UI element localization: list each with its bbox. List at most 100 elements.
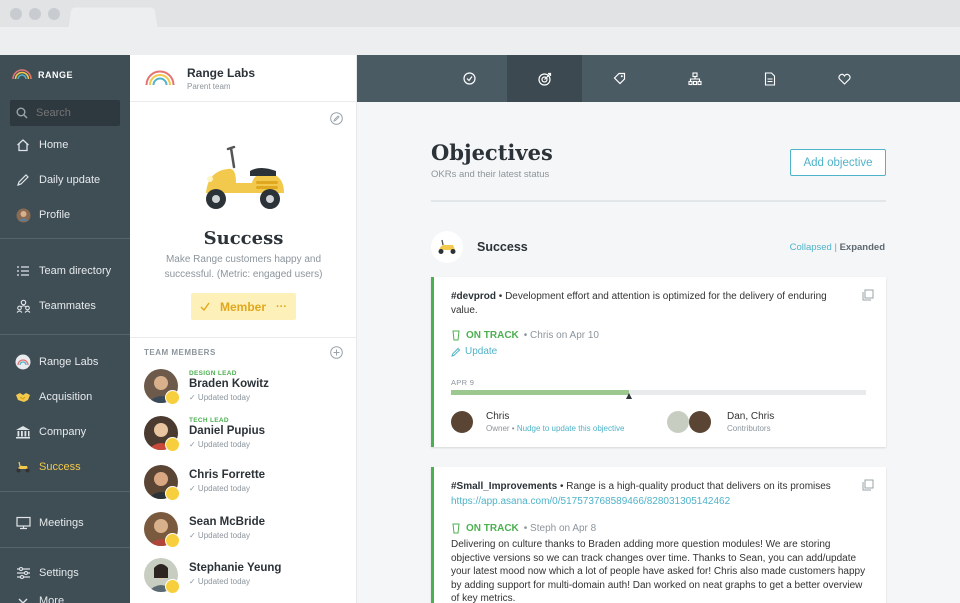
- owner-info: Chris Owner • Nudge to update this objec…: [486, 411, 624, 433]
- tab-org-chart[interactable]: [657, 55, 732, 102]
- sidebar-item-meetings[interactable]: Meetings: [0, 507, 130, 539]
- objective-text: #devprod • Development effort and attent…: [451, 290, 851, 317]
- parent-team-label: Parent team: [187, 81, 231, 91]
- objective-card[interactable]: #devprod • Development effort and attent…: [431, 277, 886, 447]
- member-updated: ✓ Updated today: [189, 393, 250, 402]
- owner-role: Owner: [486, 424, 510, 433]
- team-members-label: TEAM MEMBERS: [144, 348, 216, 357]
- objective-tag[interactable]: #Small_Improvements: [451, 481, 557, 492]
- team-panel: Range Labs Parent team Success Make Rang…: [130, 55, 357, 603]
- brand-name: RANGE: [38, 69, 74, 80]
- sidebar-item-more[interactable]: More: [0, 585, 130, 603]
- flag-icon: [452, 330, 460, 341]
- search-input[interactable]: [36, 107, 116, 119]
- asana-link[interactable]: https://app.asana.com/0/517573768589466/…: [451, 496, 730, 507]
- member-role: DESIGN LEAD: [189, 370, 237, 377]
- sidebar-item-label: Home: [39, 139, 69, 151]
- rainbow-icon: [15, 354, 31, 370]
- window-minimize-dot[interactable]: [29, 8, 41, 20]
- team-member[interactable]: DESIGN LEAD Braden Kowitz ✓ Updated toda…: [144, 369, 344, 409]
- objective-description: • Development effort and attention is op…: [451, 291, 827, 316]
- sidebar-item-label: Company: [39, 426, 87, 438]
- app-window: RANGE Home Daily update Profile Team dir…: [0, 0, 960, 603]
- team-member[interactable]: TECH LEAD Daniel Pupius ✓ Updated today: [144, 416, 344, 456]
- sidebar-divider: [0, 238, 130, 239]
- member-button-label: Member: [219, 299, 266, 314]
- sidebar-item-label: More: [39, 595, 65, 603]
- collapsed-link[interactable]: Collapsed: [790, 242, 832, 253]
- member-role: TECH LEAD: [189, 417, 229, 424]
- add-member-icon[interactable]: [330, 346, 343, 364]
- check-circle-icon: [463, 72, 476, 85]
- owner-separator: •: [509, 424, 517, 433]
- contributors-info: Dan, Chris Contributors: [727, 411, 774, 433]
- brand[interactable]: RANGE: [12, 69, 73, 80]
- mood-emoji-icon: [165, 486, 180, 501]
- pencil-icon: [15, 172, 31, 188]
- objective-tag[interactable]: #devprod: [451, 291, 496, 302]
- tab-favorites[interactable]: [807, 55, 882, 102]
- sidebar-item-range-labs[interactable]: Range Labs: [0, 346, 130, 378]
- update-link[interactable]: Update: [451, 346, 497, 357]
- sidebar-item-daily-update[interactable]: Daily update: [0, 164, 130, 196]
- contributors-names: Dan, Chris: [727, 411, 775, 422]
- home-icon: [15, 137, 31, 153]
- objective-description: • Range is a high-quality product that d…: [557, 481, 831, 492]
- member-name: Sean McBride: [189, 516, 266, 528]
- list-icon: [15, 263, 31, 279]
- sidebar-item-teammates[interactable]: Teammates: [0, 290, 130, 322]
- sidebar-item-label: Settings: [39, 567, 79, 579]
- team-member[interactable]: Chris Forrette ✓ Updated today: [144, 465, 344, 505]
- window-maximize-dot[interactable]: [48, 8, 60, 20]
- team-member[interactable]: Sean McBride ✓ Updated today: [144, 512, 344, 552]
- page-subtitle: OKRs and their latest status: [431, 169, 550, 180]
- sidebar-item-profile[interactable]: Profile: [0, 199, 130, 231]
- objective-text: #Small_Improvements • Range is a high-qu…: [451, 480, 871, 494]
- team-member[interactable]: Stephanie Yeung ✓ Updated today: [144, 558, 344, 598]
- sidebar-item-label: Meetings: [39, 517, 84, 529]
- tab-tags[interactable]: [582, 55, 657, 102]
- chevron-down-icon: [15, 593, 31, 603]
- copy-icon[interactable]: [862, 288, 874, 306]
- org-chart-icon: [687, 71, 702, 85]
- parent-team-header[interactable]: Range Labs Parent team: [130, 55, 357, 102]
- sidebar-item-success[interactable]: Success: [0, 451, 130, 483]
- sidebar-item-home[interactable]: Home: [0, 129, 130, 161]
- tab-objectives[interactable]: [507, 55, 582, 102]
- progress-fill: [451, 390, 630, 395]
- edit-icon[interactable]: [330, 112, 343, 130]
- sidebar-item-company[interactable]: Company: [0, 416, 130, 448]
- status-label: ON TRACK: [466, 523, 519, 534]
- more-icon[interactable]: ···: [276, 301, 287, 313]
- sidebar-item-acquisition[interactable]: Acquisition: [0, 381, 130, 413]
- sidebar-item-label: Range Labs: [39, 356, 99, 368]
- status-body: Delivering on culture thanks to Braden a…: [451, 539, 866, 603]
- search-box[interactable]: [10, 100, 120, 126]
- tab-check[interactable]: [432, 55, 507, 102]
- owner-name: Chris: [486, 411, 510, 422]
- objective-card[interactable]: #Small_Improvements • Range is a high-qu…: [431, 467, 886, 603]
- sliders-icon: [15, 565, 31, 581]
- mood-emoji-icon: [165, 579, 180, 594]
- check-icon: [200, 300, 210, 314]
- window-close-dot[interactable]: [10, 8, 22, 20]
- expanded-link[interactable]: Expanded: [840, 242, 885, 253]
- add-objective-button[interactable]: Add objective: [790, 149, 886, 176]
- member-updated: ✓ Updated today: [189, 531, 250, 540]
- nudge-link[interactable]: Nudge to update this objective: [517, 424, 625, 433]
- heart-icon: [838, 73, 851, 85]
- view-separator: |: [831, 242, 840, 253]
- team-title: Success: [203, 228, 284, 249]
- tab-documents[interactable]: [732, 55, 807, 102]
- member-updated: ✓ Updated today: [189, 484, 250, 493]
- progress-marker: [625, 393, 632, 399]
- member-button[interactable]: Member ···: [191, 293, 296, 320]
- view-toggle: Collapsed | Expanded: [790, 242, 885, 253]
- divider: [130, 337, 357, 338]
- search-icon: [16, 107, 28, 119]
- sidebar-item-team-directory[interactable]: Team directory: [0, 255, 130, 287]
- sidebar-item-label: Profile: [39, 209, 71, 221]
- mood-emoji-icon: [165, 533, 180, 548]
- status-label: ON TRACK: [466, 330, 519, 341]
- rainbow-logo-icon: [12, 69, 32, 80]
